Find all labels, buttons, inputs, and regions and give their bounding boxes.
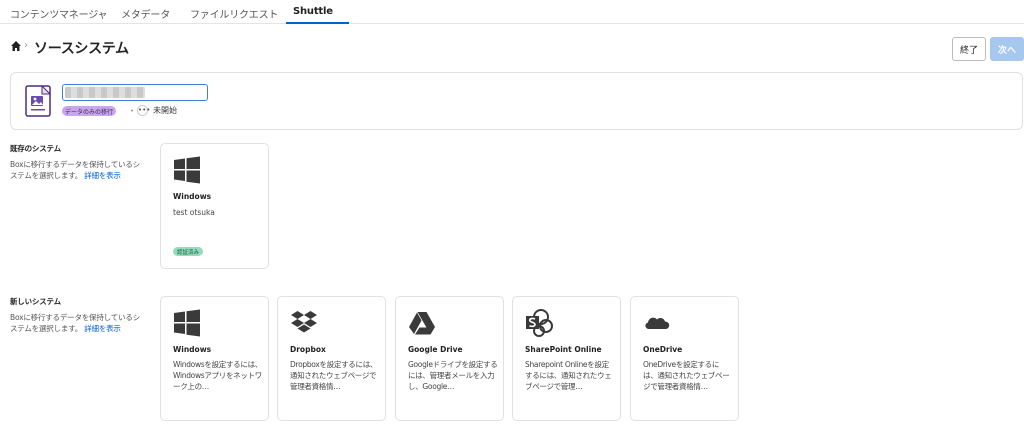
- redacted-name-text: [65, 87, 145, 98]
- card-description: Dropboxを設定するには、通知されたウェブページで管理者資格情…: [290, 360, 378, 391]
- breadcrumb-chevron-icon: ›: [24, 40, 28, 51]
- onedrive-icon: [645, 317, 670, 329]
- card-description: Sharepoint Onlineを設定するには、通知されたウェブページで管理…: [525, 360, 612, 391]
- next-button[interactable]: 次へ: [990, 37, 1024, 61]
- migration-info-card: データのみの移行 • ••• 未開始: [10, 72, 1023, 130]
- windows-icon: [174, 156, 200, 184]
- card-description: Googleドライブを設定するには、管理者メールを入力し、Google…: [408, 360, 498, 391]
- status-ellipsis-icon: •••: [137, 105, 151, 116]
- card-name: Windows: [173, 192, 212, 201]
- card-name: Google Drive: [408, 345, 463, 354]
- card-name: Windows: [173, 345, 212, 354]
- dropbox-icon: [291, 311, 317, 333]
- new-system-card-windows[interactable]: Windows Windowsを設定するには、Windowsアプリをネットワーク…: [160, 296, 269, 421]
- active-tab-indicator: [286, 22, 349, 24]
- end-button[interactable]: 終了: [952, 37, 986, 61]
- new-systems-description: Boxに移行するデータを保持しているシステムを選択します。 詳細を表示: [10, 313, 140, 333]
- page-title: ソースシステム: [34, 41, 129, 57]
- google-drive-icon: [409, 312, 435, 335]
- new-systems-learn-more-link[interactable]: 詳細を表示: [84, 324, 121, 333]
- tab-shuttle[interactable]: Shuttle: [293, 6, 333, 17]
- migration-status-text: 未開始: [153, 106, 177, 115]
- existing-systems-title: 既存のシステム: [10, 144, 61, 153]
- new-system-card-onedrive[interactable]: OneDrive OneDriveを設定するには、通知されたウェブページで管理者…: [630, 296, 739, 421]
- card-name: OneDrive: [643, 345, 683, 354]
- data-only-migration-badge: データのみの移行: [62, 106, 117, 116]
- sharepoint-icon: [526, 309, 553, 337]
- new-system-card-google-drive[interactable]: Google Drive Googleドライブを設定するには、管理者メールを入力…: [395, 296, 504, 421]
- card-account-name: test otsuka: [173, 208, 215, 217]
- badge-separator: •: [130, 107, 135, 115]
- windows-icon: [174, 309, 200, 337]
- card-name: Dropbox: [290, 345, 326, 354]
- new-system-card-sharepoint-online[interactable]: SharePoint Online Sharepoint Onlineを設定する…: [512, 296, 621, 421]
- existing-system-card-windows[interactable]: Windows test otsuka 認証済み: [160, 143, 269, 269]
- card-description: Windowsを設定するには、Windowsアプリをネットワーク上の…: [173, 360, 262, 391]
- existing-systems-description: Boxに移行するデータを保持しているシステムを選択します。 詳細を表示: [10, 160, 140, 180]
- new-system-card-dropbox[interactable]: Dropbox Dropboxを設定するには、通知されたウェブページで管理者資格…: [277, 296, 386, 421]
- tab-file-request[interactable]: ファイルリクエスト: [190, 6, 278, 21]
- migration-document-icon: [25, 85, 51, 117]
- card-description: OneDriveを設定するには、通知されたウェブページで管理者資格情…: [643, 360, 730, 391]
- top-tab-bar: コンテンツマネージャ メタデータ ファイルリクエスト Shuttle: [0, 0, 1024, 24]
- verified-badge: 認証済み: [173, 247, 204, 256]
- tab-content-manager[interactable]: コンテンツマネージャ: [10, 6, 108, 21]
- tab-metadata[interactable]: メタデータ: [121, 6, 170, 21]
- existing-systems-learn-more-link[interactable]: 詳細を表示: [84, 171, 121, 180]
- card-name: SharePoint Online: [525, 345, 602, 354]
- new-systems-title: 新しいシステム: [10, 297, 61, 306]
- home-icon[interactable]: [10, 40, 22, 52]
